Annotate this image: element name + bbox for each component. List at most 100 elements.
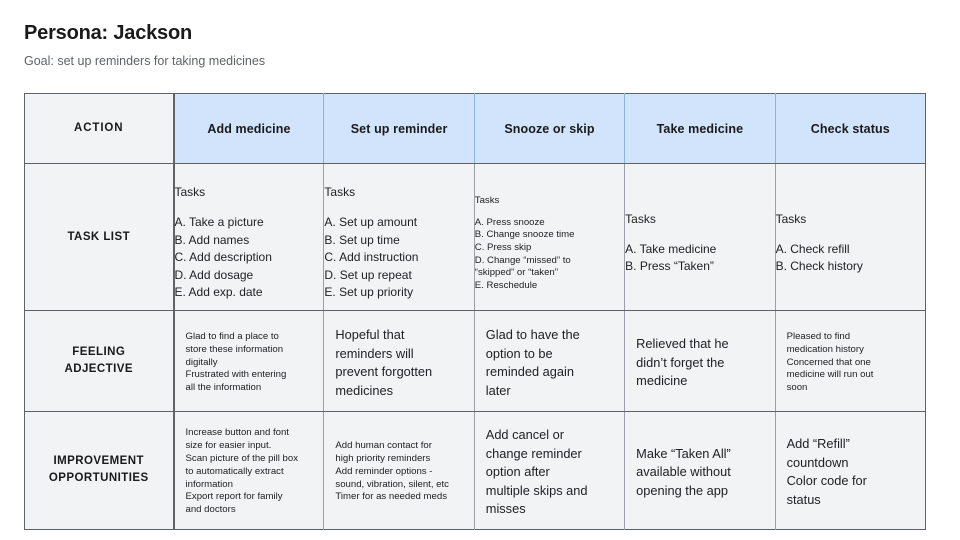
user-journey-table: ACTION Add medicine Set up reminder Snoo… [24,93,926,530]
text-line: opening the app [636,482,728,498]
text-line: reminders will [335,345,414,361]
text-line: Frustrated with entering [185,369,287,381]
cell-improvement-snooze-or-skip: Add cancel or change reminder option aft… [474,411,626,529]
task-list: A. Press snooze B. Change snooze time C.… [475,217,624,293]
text-line: didn’t forget the [636,354,725,370]
list-item: D. Change “missed” to “skipped” or “take… [474,254,571,279]
text-line: Add human contact for [335,440,432,452]
row-label-line: FEELING [72,346,126,358]
stage-header-set-up-reminder: Set up reminder [323,93,475,164]
text-line: available without [636,464,731,479]
cell-text: Make “Taken All” available without openi… [636,445,763,501]
cell-improvement-add-medicine: Increase button and font size for easier… [173,411,325,529]
cell-tasks-check-status: Tasks A. Check refill B. Check history [775,163,926,311]
cell-feeling-snooze-or-skip: Glad to have the option to be reminded a… [474,310,626,412]
cell-tasks-add-medicine: Tasks A. Take a picture B. Add names C. … [173,163,325,311]
heading-block: Persona: Jackson Goal: set up reminders … [24,20,924,70]
row-label-feeling-adjective: FEELING ADJECTIVE [24,310,175,412]
text-line: sound, vibration, silent, etc [335,478,449,490]
text-line: medicine will run out [786,369,874,381]
text-line: Export report for family [185,491,283,503]
table-row-task-list: TASK LIST Tasks A. Take a picture B. Add… [24,163,926,311]
cell-text: Pleased to find medication history Conce… [787,331,914,395]
list-item: A. Check refill [775,241,850,256]
text-line: Color code for [786,473,867,489]
cell-improvement-check-status: Add “Refill” countdown Color code for st… [775,411,926,529]
header-action-label: ACTION [24,93,175,164]
list-item: A. Press snooze [474,216,545,228]
table-header-row: ACTION Add medicine Set up reminder Snoo… [24,93,926,164]
text-line: store these information [185,343,284,355]
text-line: Timer for as needed meds [335,491,448,503]
table-row-feeling-adjective: FEELING ADJECTIVE Glad to find a place t… [24,310,926,412]
row-label-line: IMPROVEMENT [53,455,145,468]
list-item: B. Add names [174,232,250,247]
text-line: Hopeful that [335,327,405,342]
cell-text: Increase button and font size for easier… [186,427,313,517]
list-item: B. Change snooze time [474,229,575,241]
text-line: countdown [786,454,849,470]
stage-header-snooze-or-skip: Snooze or skip [474,93,626,164]
text-line: information [185,478,233,490]
list-item: E. Reschedule [474,279,538,291]
cell-text: Add “Refill” countdown Color code for st… [787,435,914,509]
text-line: status [786,491,821,507]
text-line: Relieved that he [636,336,729,352]
text-line: option after [485,464,550,479]
list-item: C. Press skip [474,241,532,253]
row-label-task-list: TASK LIST [24,163,175,311]
text-line: and doctors [185,504,236,516]
cell-improvement-take-medicine: Make “Taken All” available without openi… [624,411,776,529]
list-item: A. Take a picture [174,215,264,230]
list-item: E. Add exp. date [174,285,263,300]
cell-feeling-set-up-reminder: Hopeful that reminders will prevent forg… [323,310,475,412]
text-line: all the information [185,382,262,394]
list-item: B. Press “Taken” [625,259,714,273]
stage-header-take-medicine: Take medicine [624,93,776,164]
task-list: A. Take medicine B. Press “Taken” [625,241,774,276]
text-line: Glad to have the [485,327,580,342]
table-row-improvement-opportunities: IMPROVEMENT OPPORTUNITIES Increase butto… [24,411,926,529]
text-line: Add reminder options - [335,465,433,477]
text-line: prevent forgotten [335,364,433,379]
cell-text: Add human contact for high priority remi… [335,440,462,504]
cell-text: Glad to find a place to store these info… [186,331,313,395]
list-item: A. Set up amount [324,215,418,230]
row-label-improvement-opportunities: IMPROVEMENT OPPORTUNITIES [24,411,175,529]
journey-map-page: Persona: Jackson Goal: set up reminders … [0,0,960,540]
cell-tasks-snooze-or-skip: Tasks A. Press snooze B. Change snooze t… [474,163,626,311]
table-body: TASK LIST Tasks A. Take a picture B. Add… [24,163,926,529]
text-line: Scan picture of the pill box [185,453,299,465]
text-line: medicines [335,382,394,398]
cell-text: Add cancel or change reminder option aft… [486,426,613,519]
text-line: multiple skips and [485,482,588,498]
list-item: C. Add description [174,250,272,265]
cell-heading: Tasks [625,211,656,226]
cell-text: Hopeful that reminders will prevent forg… [335,326,462,400]
text-line: Glad to find a place to [185,331,279,342]
cell-text: Glad to have the option to be reminded a… [486,326,613,400]
task-list: A. Take a picture B. Add names C. Add de… [175,214,324,302]
text-line: Add cancel or [485,427,565,442]
cell-feeling-take-medicine: Relieved that he didn’t forget the medic… [624,310,776,412]
stage-header-add-medicine: Add medicine [173,93,325,164]
cell-improvement-set-up-reminder: Add human contact for high priority remi… [323,411,475,529]
cell-heading: Tasks [474,194,500,206]
text-line: change reminder [485,445,582,461]
cell-feeling-check-status: Pleased to find medication history Conce… [775,310,926,412]
list-item: C. Add instruction [324,250,419,265]
stage-header-check-status: Check status [775,93,926,164]
list-item: D. Set up repeat [324,267,412,282]
row-label-line: OPPORTUNITIES [48,472,149,485]
text-line: size for easier input. [185,440,272,452]
text-line: Make “Taken All” [636,445,731,461]
cell-heading: Tasks [775,211,807,226]
text-line: digitally [185,356,218,368]
cell-heading: Tasks [324,185,356,200]
list-item: B. Check history [775,259,863,273]
text-line: to automatically extract [185,465,284,477]
task-list: A. Check refill B. Check history [776,241,925,276]
cell-heading: Tasks [174,185,206,200]
page-title: Persona: Jackson [24,22,192,44]
text-line: Add “Refill” [786,436,850,452]
